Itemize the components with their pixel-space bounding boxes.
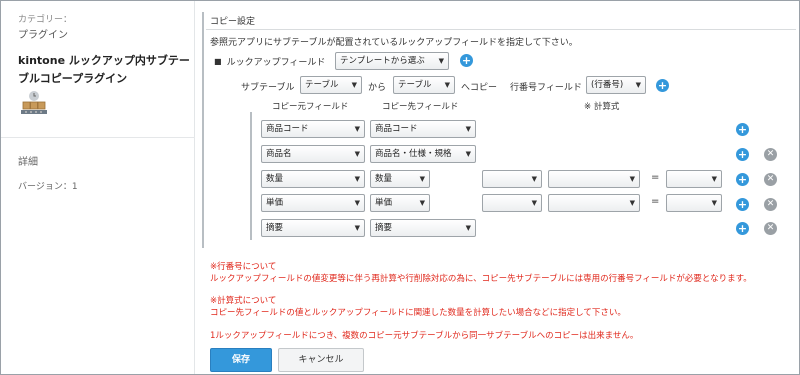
chevron-down-icon: ▼ — [531, 199, 537, 207]
row-5-dest-value: 摘要 — [375, 223, 393, 233]
row-3-add-icon[interactable]: + — [736, 173, 749, 186]
row-number-field-label: 行番号フィールド — [510, 83, 582, 93]
row-5-dest-select[interactable]: 摘要 ▼ — [370, 219, 476, 237]
row-5-remove-icon[interactable]: ✕ — [764, 222, 777, 235]
note-formula-title: ※計算式について — [210, 296, 277, 306]
section-accent-bar — [202, 12, 204, 248]
note-formula-text: コピー先フィールドの値とルックアップフィールドに関連した数量を計算したい場合など… — [210, 308, 626, 318]
chevron-down-icon: ▼ — [629, 199, 635, 207]
from-label: から — [368, 83, 387, 93]
add-lookup-icon[interactable]: + — [460, 54, 473, 67]
category-value: プラグイン — [18, 30, 68, 41]
chevron-down-icon: ▼ — [354, 175, 360, 183]
bullet-icon: ■ — [214, 56, 222, 66]
section-description: 参照元アプリにサブテーブルが配置されているルックアップフィールドを指定して下さい… — [210, 38, 578, 48]
note-limit-text: 1ルックアップフィールドにつき、複数のコピー元サブテーブルから同一サブテーブルへ… — [210, 331, 639, 341]
row-4-formula-operand-select[interactable]: ▼ — [482, 194, 542, 212]
subtable-label: サブテーブル — [241, 83, 295, 93]
copy-to-label: へコピー — [461, 83, 498, 93]
equals-sign: = — [651, 196, 660, 207]
note-row-number-title: ※行番号について — [210, 262, 277, 272]
dest-subtable-select[interactable]: テーブル ▼ — [393, 76, 455, 94]
row-2-remove-icon[interactable]: ✕ — [764, 148, 777, 161]
lookup-field-row: ■ ルックアップフィールド — [214, 53, 325, 69]
sidebar-divider — [1, 137, 195, 138]
chevron-down-icon: ▼ — [354, 125, 360, 133]
chevron-down-icon: ▼ — [438, 57, 444, 65]
row-3-formula-operand-select[interactable]: ▼ — [482, 170, 542, 188]
row-3-remove-icon[interactable]: ✕ — [764, 173, 777, 186]
add-subtable-icon[interactable]: + — [656, 79, 669, 92]
row-4-dest-value: 単価 — [375, 198, 393, 208]
row-5-add-icon[interactable]: + — [736, 222, 749, 235]
note-row-number-text: ルックアップフィールドの値変更等に伴う再計算や行削除対応の為に、コピー先サブテー… — [210, 274, 752, 284]
row-4-remove-icon[interactable]: ✕ — [764, 198, 777, 211]
chevron-down-icon: ▼ — [465, 150, 471, 158]
row-5-source-value: 摘要 — [266, 223, 284, 233]
chevron-down-icon: ▼ — [354, 224, 360, 232]
chevron-down-icon: ▼ — [351, 81, 357, 89]
column-header-formula: ※ 計算式 — [584, 102, 620, 112]
row-number-field-select[interactable]: (行番号) ▼ — [586, 76, 646, 94]
source-subtable-value: テーブル — [305, 80, 339, 90]
row-1-add-icon[interactable]: + — [736, 123, 749, 136]
field-mapping-bracket — [250, 112, 256, 240]
chevron-down-icon: ▼ — [444, 81, 450, 89]
chevron-down-icon: ▼ — [635, 81, 641, 89]
row-2-add-icon[interactable]: + — [736, 148, 749, 161]
chevron-down-icon: ▼ — [419, 199, 425, 207]
chevron-down-icon: ▼ — [419, 175, 425, 183]
section-title: コピー設定 — [210, 17, 256, 27]
version-label: バージョン：1 — [18, 182, 78, 192]
row-4-formula-field-select[interactable]: ▼ — [548, 194, 640, 212]
chevron-down-icon: ▼ — [629, 175, 635, 183]
chevron-down-icon: ▼ — [531, 175, 537, 183]
row-2-dest-value: 商品名・仕様・規格 — [375, 149, 452, 159]
row-4-source-value: 単価 — [266, 198, 284, 208]
detail-link[interactable]: 詳細 — [18, 153, 38, 168]
row-2-source-select[interactable]: 商品名 ▼ — [261, 145, 365, 163]
boxes-icon — [18, 90, 50, 122]
row-4-add-icon[interactable]: + — [736, 198, 749, 211]
row-4-dest-select[interactable]: 単価 ▼ — [370, 194, 430, 212]
chevron-down-icon: ▼ — [465, 224, 471, 232]
row-3-formula-field-select[interactable]: ▼ — [548, 170, 640, 188]
row-1-dest-select[interactable]: 商品コード ▼ — [370, 120, 476, 138]
plugin-title: kintone ルックアップ内サブテーブルコピープラグイン — [18, 54, 190, 85]
row-2-dest-select[interactable]: 商品名・仕様・規格 ▼ — [370, 145, 476, 163]
row-1-source-value: 商品コード — [266, 124, 309, 134]
row-1-dest-value: 商品コード — [375, 124, 418, 134]
row-3-formula-result-select[interactable]: ▼ — [666, 170, 722, 188]
section-divider — [206, 29, 796, 30]
chevron-down-icon: ▼ — [711, 199, 717, 207]
row-4-source-select[interactable]: 単価 ▼ — [261, 194, 365, 212]
row-1-source-select[interactable]: 商品コード ▼ — [261, 120, 365, 138]
row-3-dest-value: 数量 — [375, 174, 393, 184]
column-header-source: コピー元フィールド — [272, 102, 349, 112]
row-2-source-value: 商品名 — [266, 149, 292, 159]
row-number-field-value: (行番号) — [591, 80, 624, 90]
lookup-field-value: テンプレートから選ぶ — [340, 56, 425, 66]
dest-subtable-value: テーブル — [398, 80, 432, 90]
row-3-source-value: 数量 — [266, 174, 284, 184]
category-label: カテゴリー： — [18, 15, 73, 25]
lookup-field-select[interactable]: テンプレートから選ぶ ▼ — [335, 52, 449, 70]
row-4-formula-result-select[interactable]: ▼ — [666, 194, 722, 212]
column-header-dest: コピー先フィールド — [382, 102, 459, 112]
chevron-down-icon: ▼ — [711, 175, 717, 183]
row-3-dest-select[interactable]: 数量 ▼ — [370, 170, 430, 188]
chevron-down-icon: ▼ — [354, 199, 360, 207]
cancel-button[interactable]: キャンセル — [278, 348, 364, 372]
row-3-source-select[interactable]: 数量 ▼ — [261, 170, 365, 188]
equals-sign: = — [651, 172, 660, 183]
chevron-down-icon: ▼ — [354, 150, 360, 158]
save-button[interactable]: 保存 — [210, 348, 272, 372]
sidebar: カテゴリー： プラグイン kintone ルックアップ内サブテーブルコピープラグ… — [1, 1, 195, 374]
row-5-source-select[interactable]: 摘要 ▼ — [261, 219, 365, 237]
chevron-down-icon: ▼ — [465, 125, 471, 133]
source-subtable-select[interactable]: テーブル ▼ — [300, 76, 362, 94]
lookup-field-label: ルックアップフィールド — [226, 57, 326, 68]
